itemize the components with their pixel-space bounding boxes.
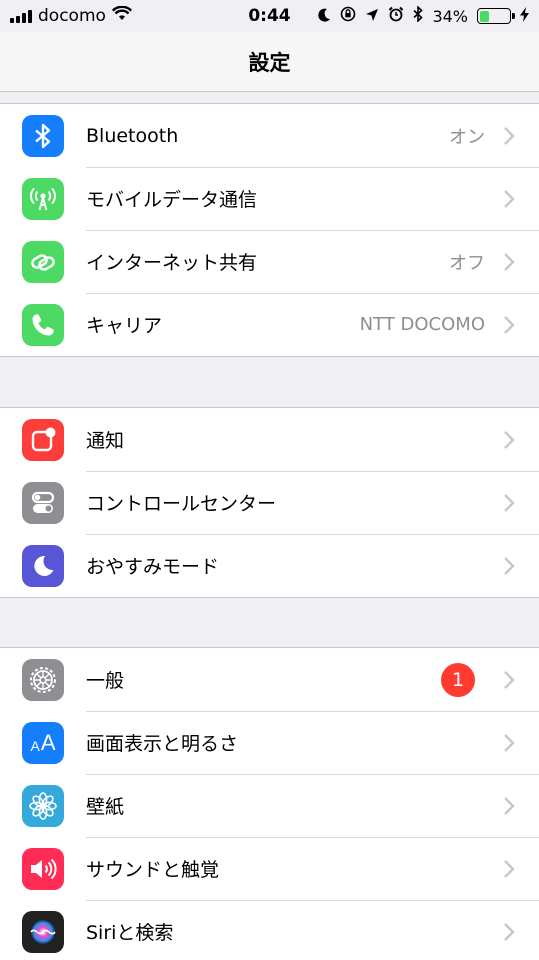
chevron-right-icon [503,188,517,210]
location-icon [365,7,379,26]
settings-row-sounds-haptics[interactable]: サウンドと触覚 [0,837,539,900]
status-bar-right: 34% [318,5,529,26]
settings-row-do-not-disturb[interactable]: おやすみモード [0,534,539,597]
signal-icon [10,9,32,23]
charging-icon [520,6,529,26]
speaker-icon [22,847,64,890]
settings-group-general: 一般 1 AA 画面表示と明るさ 壁紙 サウンドと触覚 Siriと検索 [0,647,539,960]
phone-icon [22,303,64,346]
chevron-right-icon [503,555,517,577]
status-bar: docomo 0:44 34% [0,0,539,32]
antenna-icon [22,177,64,220]
chevron-right-icon [503,669,517,691]
chevron-right-icon [503,732,517,754]
settings-group-connectivity: Bluetooth オン モバイルデータ通信 インターネット共有 オフ キャリア… [0,103,539,357]
settings-row-value: オフ [449,252,485,274]
battery-icon [477,8,515,24]
notifications-icon [22,418,64,461]
settings-row-label: キャリア [86,315,163,337]
hotspot-link-icon [22,240,64,283]
status-bar-left: docomo [10,5,132,26]
carrier-name: docomo [38,6,106,26]
settings-row-label: Bluetooth [86,124,179,147]
settings-row-general[interactable]: 一般 1 [0,648,539,711]
settings-row-label: 通知 [86,430,125,452]
chevron-right-icon [503,429,517,451]
chevron-right-icon [503,795,517,817]
chevron-right-icon [503,251,517,273]
alarm-icon [388,6,404,26]
chevron-right-icon [503,858,517,880]
settings-row-value: オン [449,126,485,148]
settings-row-personal-hotspot[interactable]: インターネット共有 オフ [0,230,539,293]
settings-group-notifications: 通知 コントロールセンター おやすみモード [0,407,539,598]
settings-row-label: おやすみモード [86,556,220,578]
settings-row-control-center[interactable]: コントロールセンター [0,471,539,534]
chevron-right-icon [503,921,517,943]
settings-row-label: Siriと検索 [86,922,174,944]
orientation-lock-icon [340,6,356,26]
control-center-icon [22,481,64,524]
settings-row-carrier[interactable]: キャリア NTT DOCOMO [0,293,539,356]
navigation-bar: 設定 [0,32,539,92]
settings-row-notifications[interactable]: 通知 [0,408,539,471]
settings-row-siri-search[interactable]: Siriと検索 [0,900,539,960]
gear-icon [22,658,64,701]
siri-icon [22,910,64,953]
settings-row-label: 画面表示と明るさ [86,733,239,755]
page-title: 設定 [248,50,291,75]
settings-row-label: コントロールセンター [86,493,277,515]
settings-row-bluetooth[interactable]: Bluetooth オン [0,104,539,167]
settings-row-label: インターネット共有 [86,252,258,274]
settings-row-label: モバイルデータ通信 [86,189,258,211]
text-size-icon: AA [22,721,64,764]
bluetooth-icon [22,114,64,157]
settings-row-mobile-data[interactable]: モバイルデータ通信 [0,167,539,230]
chevron-right-icon [503,125,517,147]
battery-level [479,10,490,22]
settings-row-display-brightness[interactable]: AA 画面表示と明るさ [0,711,539,774]
settings-row-label: 一般 [86,670,125,692]
battery-percent: 34% [432,6,468,26]
settings-row-label: サウンドと触覚 [86,859,220,881]
flower-icon [22,784,64,827]
settings-row-label: 壁紙 [86,796,125,818]
settings-row-wallpaper[interactable]: 壁紙 [0,774,539,837]
chevron-right-icon [503,314,517,336]
moon-icon [318,7,331,26]
settings-row-value: NTT DOCOMO [359,314,485,335]
chevron-right-icon [503,492,517,514]
update-badge: 1 [441,662,475,697]
wifi-icon [111,5,132,26]
bluetooth-icon [413,5,424,26]
moon-icon [22,544,64,587]
